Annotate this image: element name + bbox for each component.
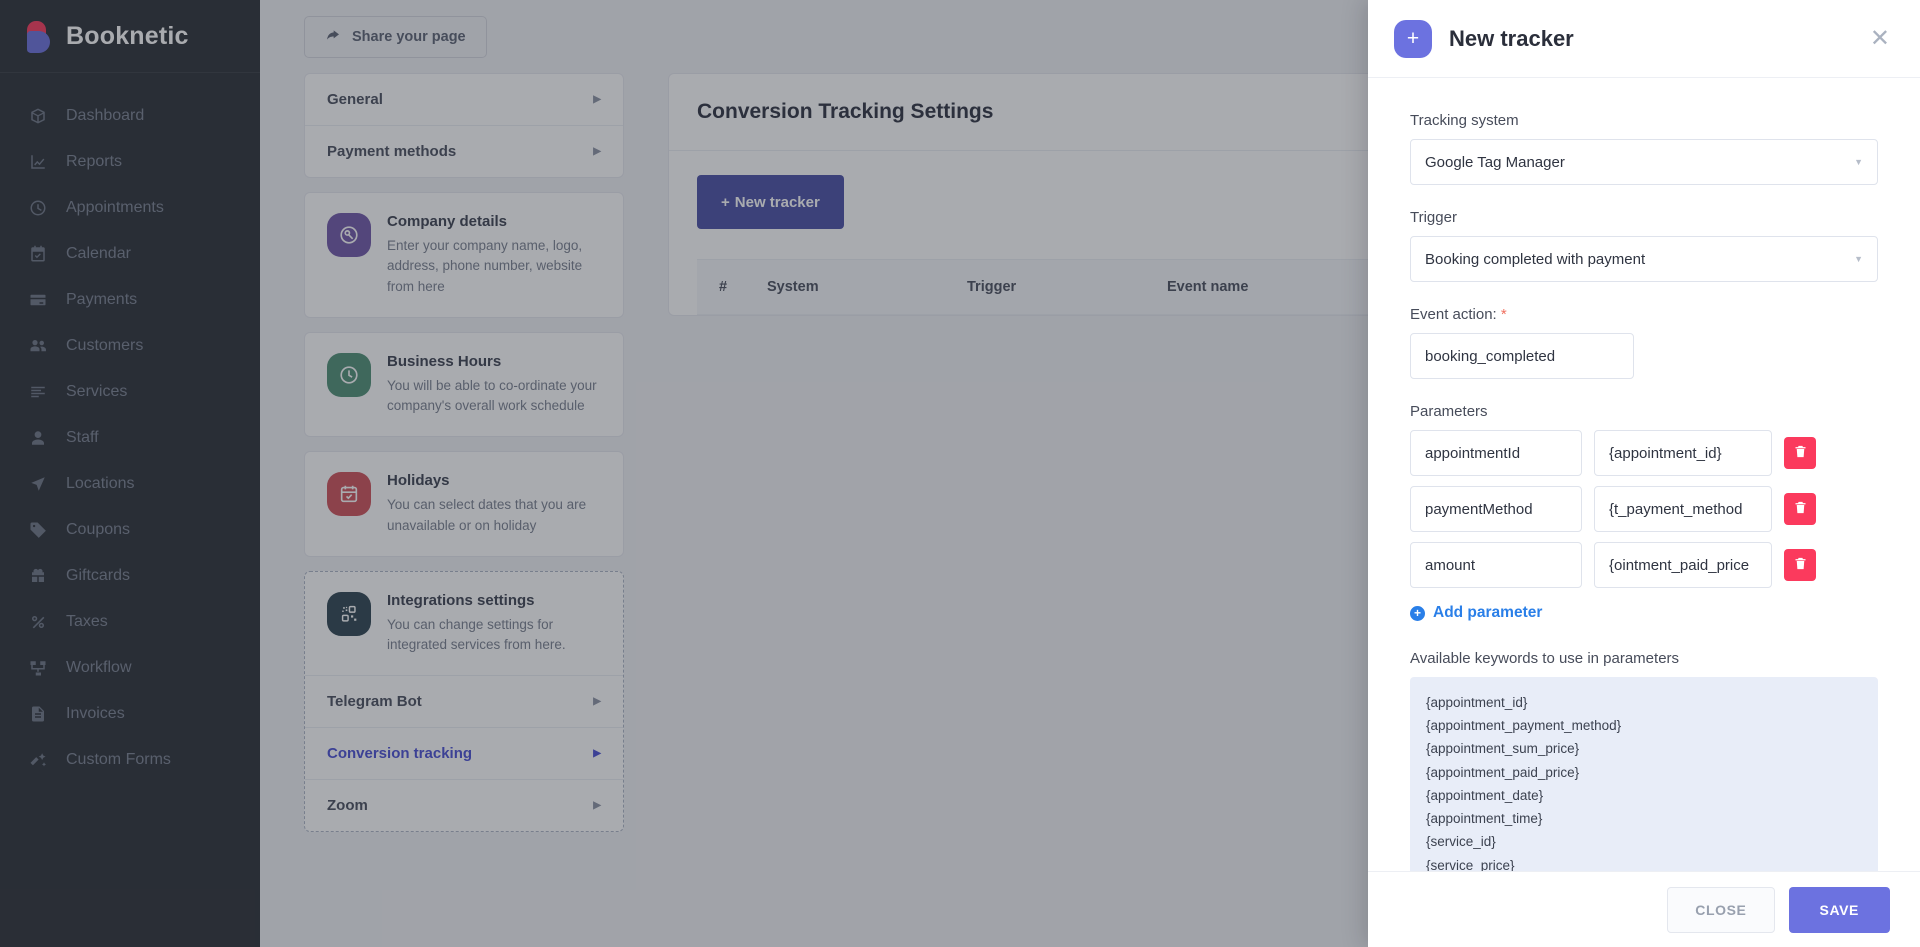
trash-icon	[1793, 444, 1808, 462]
trash-icon	[1793, 556, 1808, 574]
field-event-action: Event action: * booking_completed	[1410, 306, 1878, 379]
keyword-item: {appointment_time}	[1426, 807, 1862, 830]
tracking-system-select[interactable]: Google Tag Manager ▼	[1410, 139, 1878, 185]
keyword-item: {appointment_payment_method}	[1426, 714, 1862, 737]
app-root: Booknetic Dashboard Reports Appointments…	[0, 0, 1920, 947]
keyword-item: {appointment_date}	[1426, 784, 1862, 807]
parameter-row: amount ointment_paid_price}	[1410, 542, 1878, 588]
plus-icon: +	[1394, 20, 1432, 58]
parameter-key-value: paymentMethod	[1425, 501, 1533, 518]
parameter-value-input[interactable]: ointment_paid_price}	[1594, 542, 1772, 588]
keyword-item: {appointment_sum_price}	[1426, 737, 1862, 760]
field-trigger: Trigger Booking completed with payment ▼	[1410, 209, 1878, 282]
parameter-key-input[interactable]: amount	[1410, 542, 1582, 588]
required-asterisk: *	[1501, 306, 1507, 323]
save-button[interactable]: SAVE	[1789, 887, 1891, 933]
parameter-row: appointmentId {appointment_id}	[1410, 430, 1878, 476]
trigger-select[interactable]: Booking completed with payment ▼	[1410, 236, 1878, 282]
parameter-row: paymentMethod t_payment_method}	[1410, 486, 1878, 532]
parameter-key-value: amount	[1425, 557, 1475, 574]
parameter-key-input[interactable]: appointmentId	[1410, 430, 1582, 476]
keywords-label: Available keywords to use in parameters	[1410, 650, 1878, 667]
plus-circle-icon: +	[1410, 606, 1425, 621]
trigger-value: Booking completed with payment	[1425, 251, 1645, 268]
delete-parameter-button[interactable]	[1784, 549, 1816, 581]
trigger-label: Trigger	[1410, 209, 1878, 226]
keyword-item: {service_price}	[1426, 854, 1862, 871]
add-parameter-label: Add parameter	[1433, 604, 1542, 622]
keyword-item: {appointment_paid_price}	[1426, 761, 1862, 784]
trash-icon	[1793, 500, 1808, 518]
chevron-down-icon: ▼	[1854, 254, 1863, 264]
parameter-value-input[interactable]: t_payment_method}	[1594, 486, 1772, 532]
field-tracking-system: Tracking system Google Tag Manager ▼	[1410, 112, 1878, 185]
delete-parameter-button[interactable]	[1784, 493, 1816, 525]
keyword-item: {appointment_id}	[1426, 691, 1862, 714]
new-tracker-panel: + New tracker ✕ Tracking system Google T…	[1368, 0, 1920, 947]
close-icon[interactable]: ✕	[1866, 23, 1894, 55]
close-button[interactable]: CLOSE	[1667, 887, 1774, 933]
chevron-down-icon: ▼	[1854, 157, 1863, 167]
event-action-value: booking_completed	[1425, 348, 1555, 365]
parameter-value-text: t_payment_method}	[1609, 501, 1742, 518]
event-action-label-text: Event action:	[1410, 306, 1497, 323]
parameters-section: Parameters appointmentId {appointment_id…	[1410, 403, 1878, 622]
panel-title: New tracker	[1449, 26, 1866, 52]
tracking-system-value: Google Tag Manager	[1425, 154, 1565, 171]
delete-parameter-button[interactable]	[1784, 437, 1816, 469]
parameter-key-input[interactable]: paymentMethod	[1410, 486, 1582, 532]
event-action-input[interactable]: booking_completed	[1410, 333, 1634, 379]
panel-body[interactable]: Tracking system Google Tag Manager ▼ Tri…	[1368, 78, 1920, 871]
panel-footer: CLOSE SAVE	[1368, 871, 1920, 947]
tracking-system-label: Tracking system	[1410, 112, 1878, 129]
keyword-item: {service_id}	[1426, 830, 1862, 853]
parameter-value-text: ointment_paid_price}	[1609, 557, 1749, 574]
add-parameter-button[interactable]: + Add parameter	[1410, 604, 1542, 622]
parameter-value-text: {appointment_id}	[1609, 445, 1722, 462]
parameters-label: Parameters	[1410, 403, 1878, 420]
parameter-key-value: appointmentId	[1425, 445, 1520, 462]
parameter-value-input[interactable]: {appointment_id}	[1594, 430, 1772, 476]
event-action-label: Event action: *	[1410, 306, 1878, 323]
keywords-box: {appointment_id} {appointment_payment_me…	[1410, 677, 1878, 871]
panel-header: + New tracker ✕	[1368, 0, 1920, 78]
